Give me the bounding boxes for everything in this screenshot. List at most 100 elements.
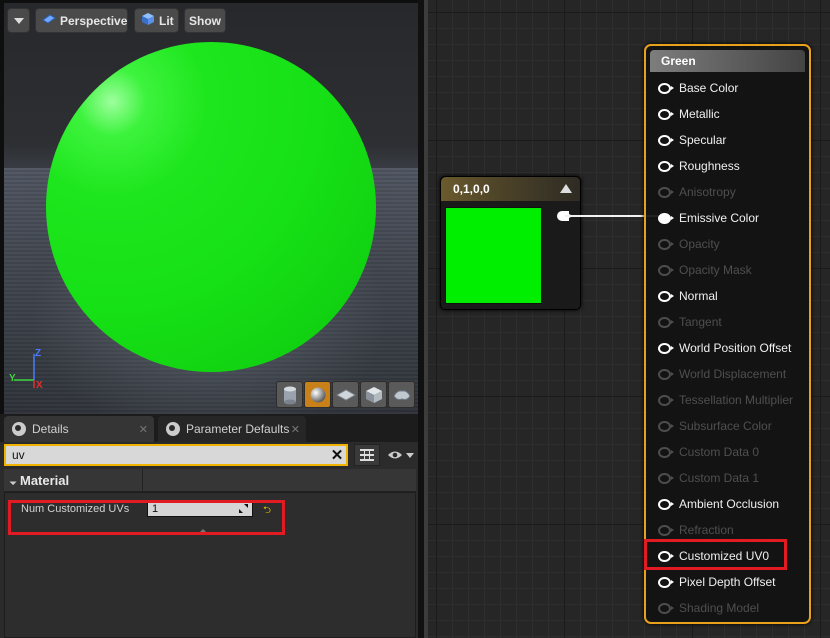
pin-label: Emissive Color (679, 211, 760, 225)
close-icon[interactable]: ✕ (291, 423, 300, 436)
pin-connector-icon[interactable] (658, 290, 674, 302)
pin-connector-icon[interactable] (658, 446, 674, 458)
pin-pixel-depth-offset[interactable]: Pixel Depth Offset (658, 572, 808, 592)
perspective-button[interactable]: Perspective (35, 8, 128, 33)
pin-connector-icon[interactable] (658, 368, 674, 380)
pin-world-displacement[interactable]: World Displacement (658, 364, 808, 384)
pin-normal[interactable]: Normal (658, 286, 808, 306)
pin-subsurface-color[interactable]: Subsurface Color (658, 416, 808, 436)
preview-sphere (46, 42, 376, 372)
pin-label: Tangent (679, 315, 722, 329)
tab-parameter-defaults-label: Parameter Defaults (186, 422, 290, 436)
pin-connector-icon[interactable] (658, 342, 674, 354)
pin-connector-icon[interactable] (658, 186, 674, 198)
pin-tangent[interactable]: Tangent (658, 312, 808, 332)
pin-label: Pixel Depth Offset (679, 575, 776, 589)
tab-details-label: Details (32, 422, 69, 436)
sphere-icon[interactable] (304, 381, 331, 408)
collapse-triangle-icon (7, 475, 17, 485)
axis-z-label: Z (35, 348, 42, 359)
cylinder-icon[interactable] (276, 381, 303, 408)
pin-label: Custom Data 0 (679, 445, 760, 459)
viewport-menu-button[interactable] (7, 8, 30, 33)
pin-custom-data-0[interactable]: Custom Data 0 (658, 442, 808, 462)
pin-label: Roughness (679, 159, 740, 173)
pin-connector-icon[interactable] (658, 238, 674, 250)
column-divider (142, 469, 143, 492)
pin-label: World Position Offset (679, 341, 792, 355)
pin-roughness[interactable]: Roughness (658, 156, 808, 176)
pin-label: World Displacement (679, 367, 787, 381)
pin-label: Tessellation Multiplier (679, 393, 794, 407)
material-node-header[interactable]: Green (650, 50, 805, 72)
material-category-header[interactable]: Material (4, 469, 416, 492)
pin-connector-icon[interactable] (658, 420, 674, 432)
pin-connector-icon[interactable] (658, 524, 674, 536)
pin-connector-icon[interactable] (658, 134, 674, 146)
clear-search-icon[interactable]: ✕ (328, 446, 346, 464)
tab-parameter-defaults[interactable]: Parameter Defaults ✕ (158, 416, 306, 442)
pin-label: Base Color (679, 81, 739, 95)
material-result-node[interactable]: Green Base Color Metallic Specular Roughnes… (644, 44, 811, 624)
pin-connector-icon[interactable] (658, 498, 674, 510)
material-graph[interactable]: 0,1,0,0 Green Base Color Metallic Specular… (424, 0, 830, 638)
pin-world-position-offset[interactable]: World Position Offset (658, 338, 808, 358)
property-matrix-button[interactable] (354, 444, 380, 466)
axis-x-label: X (36, 380, 43, 391)
chevron-down-icon (13, 17, 24, 24)
pin-refraction[interactable]: Refraction (658, 520, 808, 540)
pin-label: Refraction (679, 523, 734, 537)
pin-connector-icon[interactable] (658, 108, 674, 120)
pin-connector-icon[interactable] (658, 316, 674, 328)
color-preview-swatch (445, 207, 542, 304)
perspective-icon (42, 13, 56, 28)
details-search-input[interactable]: uv ✕ (4, 444, 348, 466)
pin-label: Metallic (679, 107, 720, 121)
view-options-button[interactable] (384, 444, 416, 466)
pin-tessellation-multiplier[interactable]: Tessellation Multiplier (658, 390, 808, 410)
pin-connector-icon[interactable] (658, 82, 674, 94)
constant-node-header[interactable]: 0,1,0,0 (441, 177, 580, 201)
pin-connector-icon[interactable] (658, 394, 674, 406)
pin-connector-icon[interactable] (658, 472, 674, 484)
lit-button[interactable]: Lit (134, 8, 179, 33)
pin-metallic[interactable]: Metallic (658, 104, 808, 124)
pin-connector-icon[interactable] (658, 602, 674, 614)
axis-y-label: Y (9, 373, 16, 384)
close-icon[interactable]: ✕ (139, 423, 148, 436)
preview-viewport[interactable]: Perspective Lit Show Z Y X (0, 0, 418, 414)
pin-base-color[interactable]: Base Color (658, 78, 808, 98)
collapse-arrow-icon[interactable] (560, 184, 572, 193)
pin-label: Shading Model (679, 601, 760, 615)
lit-cube-icon (141, 12, 155, 29)
pin-connector-icon[interactable] (658, 160, 674, 172)
highlight-box-customized-uv0 (644, 539, 787, 570)
pin-connector-icon[interactable] (658, 264, 674, 276)
viewport-frame-left (0, 0, 4, 414)
show-button[interactable]: Show (184, 8, 226, 33)
pin-opacity-mask[interactable]: Opacity Mask (658, 260, 808, 280)
pin-ambient-occlusion[interactable]: Ambient Occlusion (658, 494, 808, 514)
pin-custom-data-1[interactable]: Custom Data 1 (658, 468, 808, 488)
pin-anisotropy[interactable]: Anisotropy (658, 182, 808, 202)
material-node-title: Green (661, 54, 696, 68)
details-panel: Details ✕ Parameter Defaults ✕ uv ✕ Mate… (0, 414, 418, 638)
pin-emissive-color[interactable]: Emissive Color (658, 208, 808, 228)
pin-connector-icon[interactable] (658, 576, 674, 588)
pin-connector-icon[interactable] (658, 212, 674, 224)
pin-shading-model[interactable]: Shading Model (658, 598, 808, 618)
pin-specular[interactable]: Specular (658, 130, 808, 150)
tab-bar: Details ✕ Parameter Defaults ✕ (0, 414, 418, 442)
constant-node-title: 0,1,0,0 (453, 182, 490, 196)
plane-icon[interactable] (332, 381, 359, 408)
eye-icon (387, 451, 402, 459)
chevron-down-icon (405, 452, 414, 458)
constant-vector-node[interactable]: 0,1,0,0 (440, 176, 581, 310)
custom-mesh-icon[interactable] (388, 381, 415, 408)
pin-label: Anisotropy (679, 185, 736, 199)
tab-details[interactable]: Details ✕ (4, 416, 154, 442)
viewport-frame-top (0, 0, 418, 3)
lit-label: Lit (159, 13, 174, 28)
cube-icon[interactable] (360, 381, 387, 408)
pin-opacity[interactable]: Opacity (658, 234, 808, 254)
